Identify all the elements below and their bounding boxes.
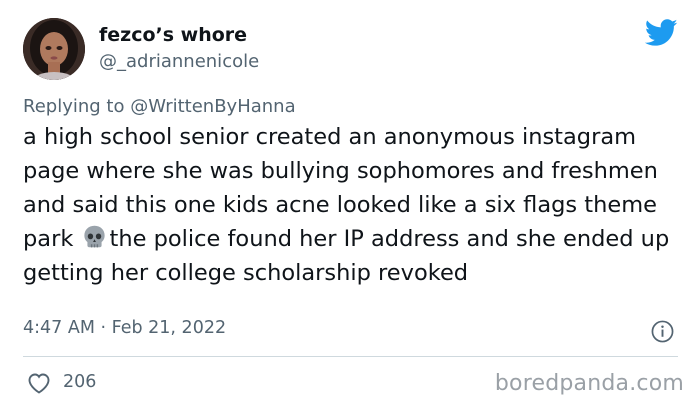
replying-to-prefix: Replying to: [23, 96, 131, 117]
tweet-text-part-2: the police found her IP address and she …: [23, 226, 670, 286]
skull-icon: [83, 225, 105, 248]
replying-to-mention[interactable]: @WrittenByHanna: [130, 96, 295, 117]
watermark: boredpanda.com: [494, 371, 684, 396]
replying-to: Replying to @WrittenByHanna: [23, 96, 296, 117]
user-handle[interactable]: @_adriannenicole: [99, 51, 259, 72]
display-name[interactable]: fezco’s whore: [99, 24, 247, 46]
heart-icon[interactable]: [27, 372, 51, 394]
avatar-image: [23, 18, 85, 80]
info-icon[interactable]: [651, 320, 674, 343]
divider: [23, 356, 678, 357]
twitter-bird-icon[interactable]: [645, 19, 678, 47]
tweet-card: fezco’s whore @_adriannenicole Replying …: [0, 0, 700, 410]
tweet-timestamp[interactable]: 4:47 AM · Feb 21, 2022: [23, 318, 226, 338]
avatar[interactable]: [23, 18, 85, 80]
like-count: 206: [63, 372, 97, 392]
tweet-text: a high school senior created an anonymou…: [23, 120, 683, 290]
